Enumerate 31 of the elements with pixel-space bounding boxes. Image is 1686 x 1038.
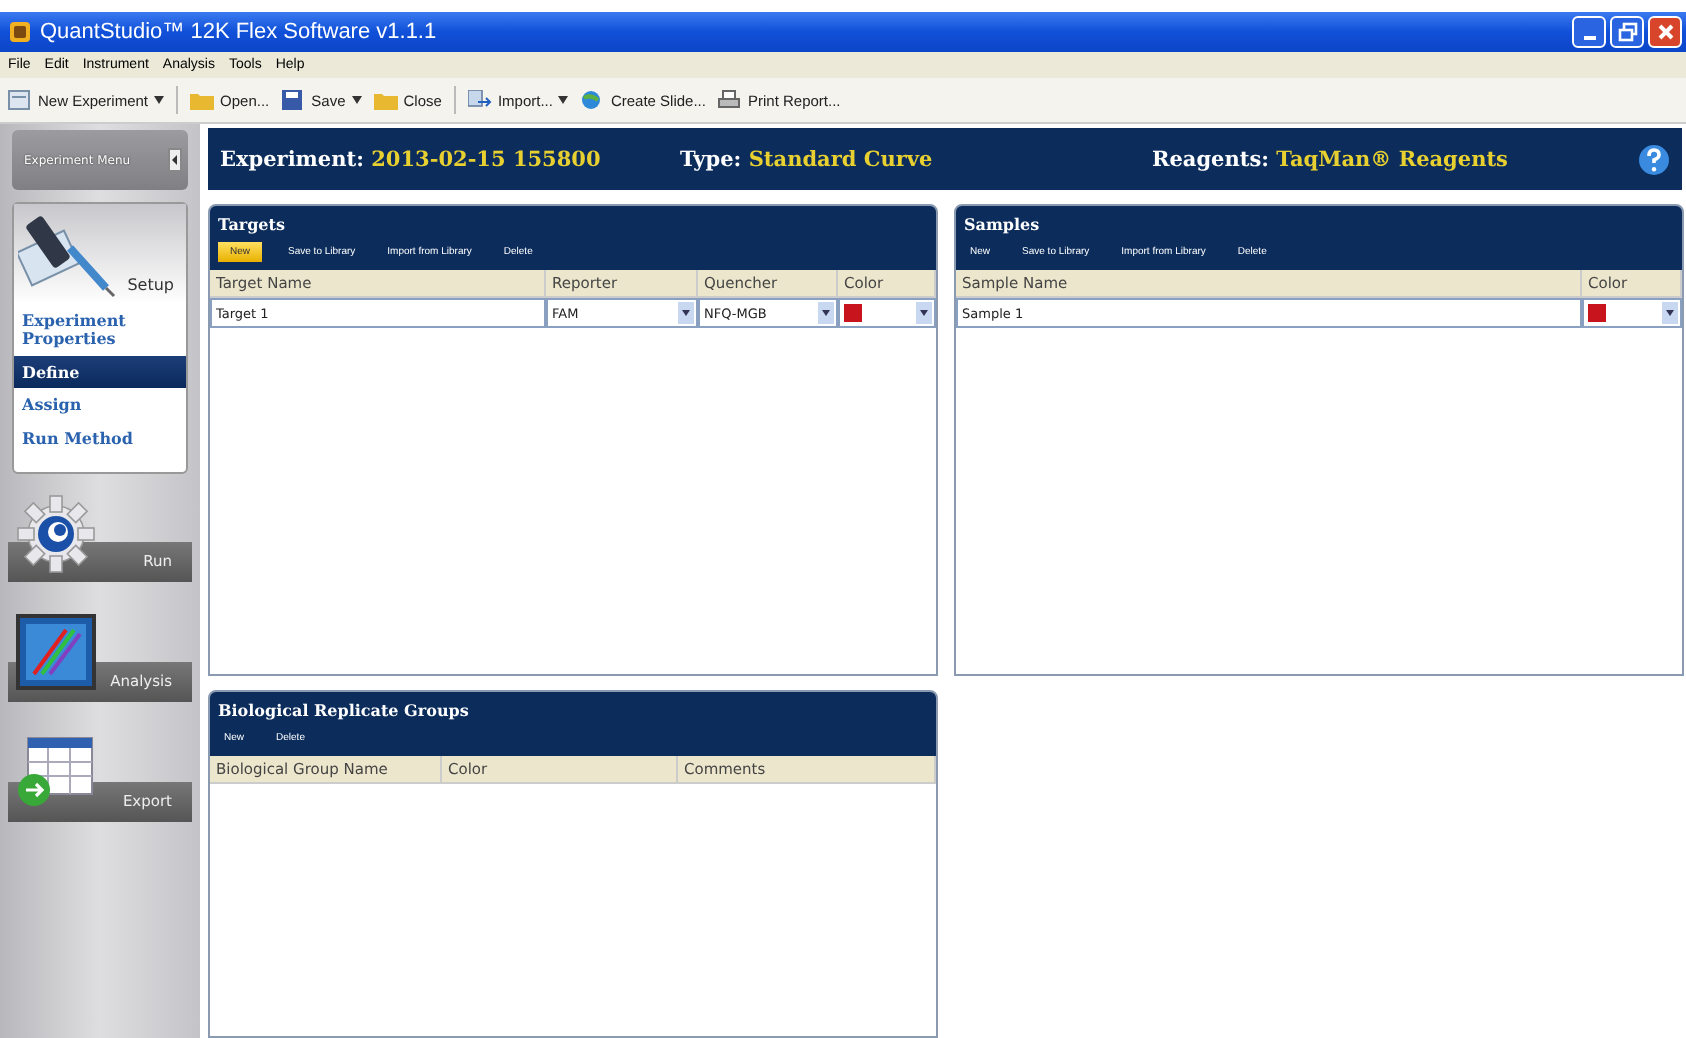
import-icon	[467, 90, 492, 110]
document-icon	[8, 90, 32, 110]
header-field: Reagents: TaqMan® Reagents	[1152, 147, 1508, 171]
help-icon[interactable]	[1638, 143, 1670, 175]
panel-title: Biological Replicate Groups	[216, 698, 471, 724]
close-button[interactable]	[1648, 16, 1682, 48]
save-icon	[281, 90, 306, 110]
close-icon	[1655, 22, 1675, 42]
chart-icon	[16, 613, 96, 690]
folder-icon	[190, 90, 215, 110]
panel-title: Targets	[216, 212, 287, 238]
restore-icon	[1617, 22, 1637, 42]
nav-item[interactable]: Assign	[14, 388, 186, 423]
restore-button[interactable]	[1610, 16, 1644, 48]
minimize-icon	[1583, 36, 1595, 40]
nav-item[interactable]: Run Method	[14, 422, 186, 456]
folder-icon	[373, 90, 398, 110]
panel-title: Samples	[962, 212, 1042, 238]
header-field: Experiment: 2013-02-15 155800	[220, 147, 680, 171]
color-picker[interactable]	[838, 298, 936, 328]
color-picker[interactable]	[1582, 298, 1682, 328]
header-field: Type: Standard Curve	[680, 147, 1152, 171]
print-icon	[717, 90, 742, 110]
app-icon	[8, 20, 32, 44]
collapse-icon[interactable]	[168, 148, 182, 172]
window-title: QuantStudio™ 12K Flex Software v1.1.1	[40, 20, 437, 44]
setup-label[interactable]: Setup	[127, 276, 182, 300]
globe-icon	[580, 90, 605, 110]
nav-item[interactable]: Define	[14, 355, 186, 389]
nav-item[interactable]: Experiment Properties	[14, 304, 186, 356]
minimize-button[interactable]	[1572, 16, 1606, 48]
